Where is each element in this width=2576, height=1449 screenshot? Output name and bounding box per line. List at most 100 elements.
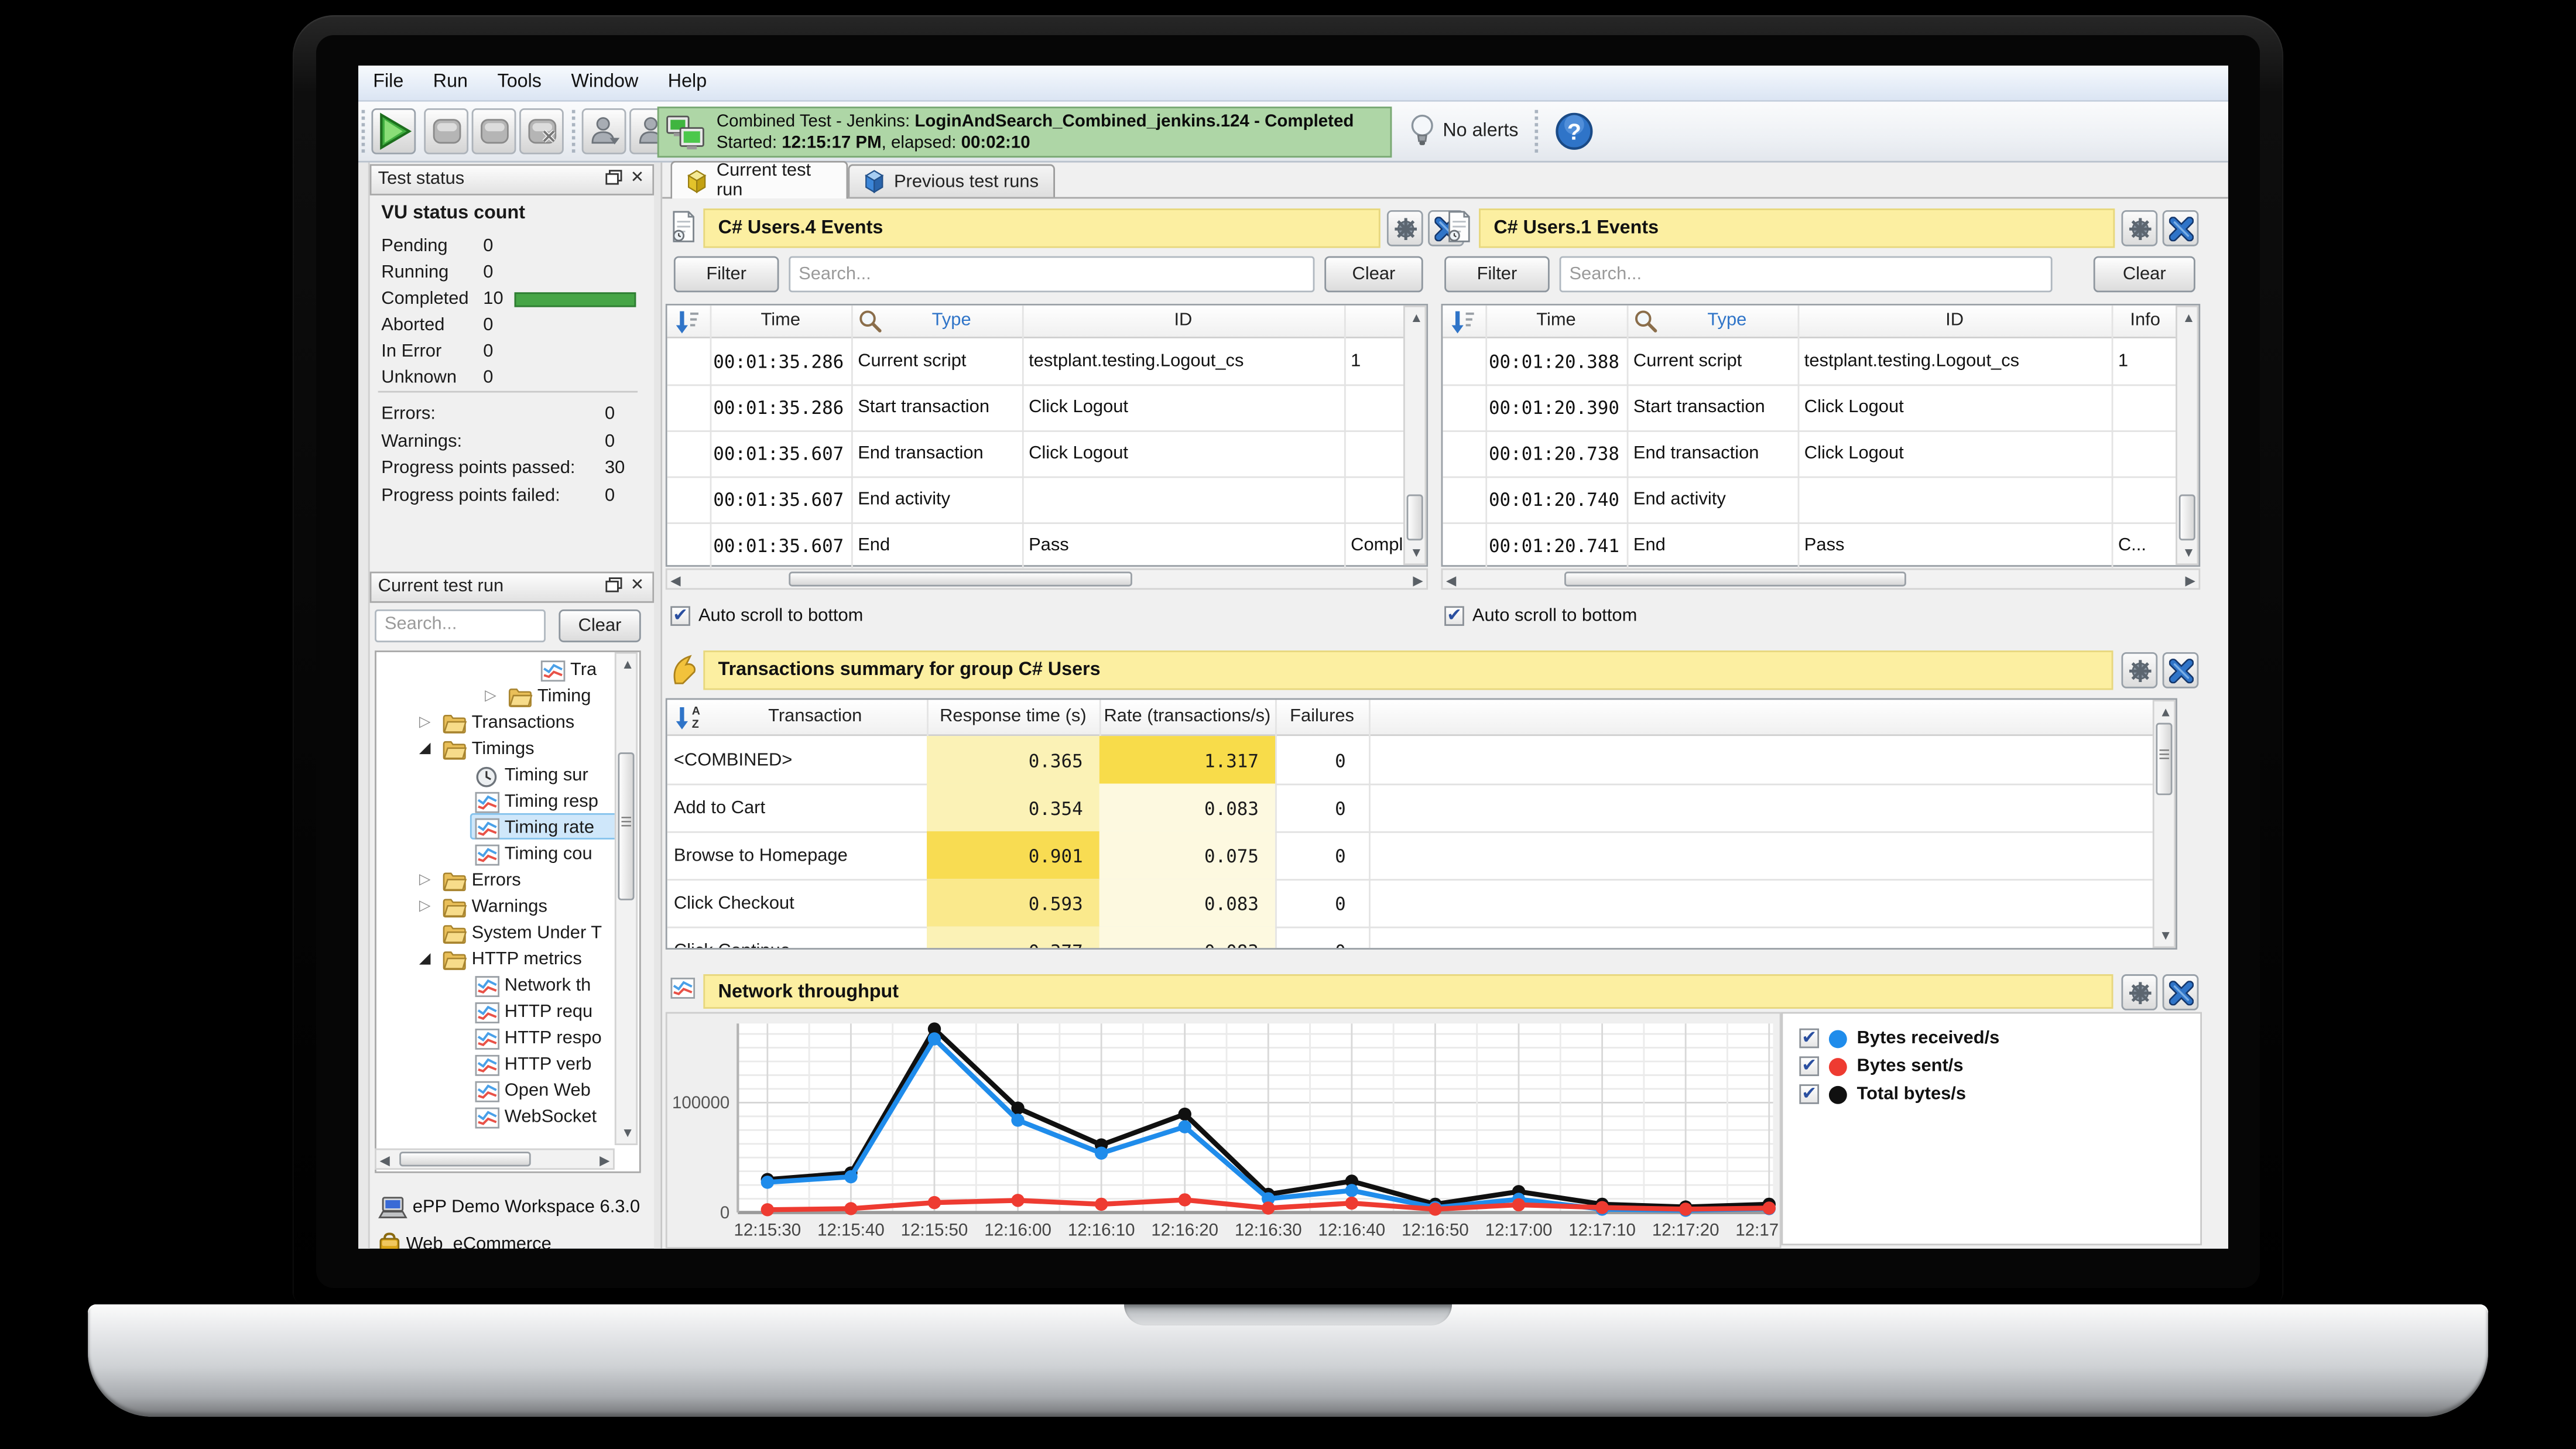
tree-horizontal-scrollbar[interactable]: ◀▶: [375, 1149, 615, 1170]
column-header-id[interactable]: ID: [1022, 310, 1344, 330]
expander-expanded-icon[interactable]: ◢: [419, 739, 430, 758]
events-filter-button[interactable]: Filter: [1444, 256, 1550, 293]
cell-info[interactable]: 1: [1344, 338, 1407, 371]
scrollbar-thumb[interactable]: [2179, 495, 2195, 541]
events-clear-button[interactable]: Clear: [1324, 256, 1423, 293]
cell-failures[interactable]: 0: [1275, 736, 1369, 783]
events-vertical-scrollbar[interactable]: ▲▼: [1403, 306, 1426, 565]
abort-button[interactable]: [519, 108, 564, 155]
cell-id[interactable]: Click Logout: [1798, 430, 2112, 463]
cell-info[interactable]: [2112, 430, 2179, 443]
cell-response-time[interactable]: 0.365: [927, 736, 1099, 783]
summary-close-button[interactable]: [2163, 652, 2199, 688]
menu-item-file[interactable]: File: [358, 66, 419, 92]
workspace-item[interactable]: ePP Demo Workspace 6.3.0: [378, 1196, 640, 1219]
checkbox-checked-icon[interactable]: ✔: [1444, 607, 1464, 626]
events-settings-button[interactable]: [2121, 210, 2157, 246]
add-vu-button[interactable]: [582, 108, 626, 155]
cell-response-time[interactable]: 0.377: [927, 927, 1099, 950]
menu-item-tools[interactable]: Tools: [482, 66, 556, 92]
cell-info[interactable]: [1344, 477, 1407, 489]
cell-time[interactable]: 00:01:35.607: [707, 477, 851, 511]
network-close-button[interactable]: [2163, 974, 2199, 1010]
expander-collapsed-icon[interactable]: ▷: [419, 713, 430, 731]
dock-splitter[interactable]: [654, 163, 662, 1249]
legend-item-total-bytes-s[interactable]: ✔Total bytes/s: [1799, 1083, 1966, 1105]
scroll-up-icon[interactable]: ▲: [621, 657, 634, 672]
cell-transaction[interactable]: <COMBINED>: [674, 736, 920, 770]
cell-id[interactable]: testplant.testing.Logout_cs: [1798, 338, 2112, 371]
cell-type[interactable]: Current script: [1627, 338, 1798, 371]
cell-time[interactable]: 00:01:20.388: [1482, 338, 1627, 373]
events-filter-button[interactable]: Filter: [674, 256, 779, 293]
events-search-input[interactable]: Search...: [1560, 256, 2053, 293]
menu-item-help[interactable]: Help: [653, 66, 722, 92]
network-settings-button[interactable]: [2121, 974, 2157, 1010]
legend-item-bytes-sent-s[interactable]: ✔Bytes sent/s: [1799, 1055, 1963, 1078]
close-panel-icon[interactable]: ✕: [631, 577, 648, 595]
cell-failures[interactable]: 0: [1275, 879, 1369, 926]
cell-response-time[interactable]: 0.354: [927, 783, 1099, 831]
cell-time[interactable]: 00:01:35.607: [707, 430, 851, 465]
sort-descending-icon[interactable]: [1450, 309, 1478, 335]
scroll-left-icon[interactable]: ◀: [379, 1153, 389, 1168]
tree-clear-button[interactable]: Clear: [559, 609, 640, 642]
tab-previous-test-runs[interactable]: Previous test runs: [848, 164, 1055, 197]
tab-current-test-run[interactable]: Current test run: [670, 161, 848, 199]
scrollbar-thumb[interactable]: [789, 571, 1132, 586]
column-header-failures[interactable]: Failures: [1275, 707, 1369, 727]
cell-type[interactable]: Start transaction: [1627, 384, 1798, 417]
cell-rate[interactable]: 0.083: [1099, 783, 1275, 831]
cell-response-time[interactable]: 0.593: [927, 879, 1099, 926]
pause-button[interactable]: [472, 108, 516, 155]
scroll-down-icon[interactable]: ▼: [2182, 546, 2195, 560]
scroll-down-icon[interactable]: ▼: [621, 1125, 634, 1140]
cell-transaction[interactable]: Browse to Homepage: [674, 831, 920, 866]
cell-time[interactable]: 00:01:35.286: [707, 384, 851, 419]
column-header-time[interactable]: Time: [1485, 310, 1626, 330]
cell-info[interactable]: [2112, 477, 2179, 489]
cell-id[interactable]: [1798, 477, 2112, 489]
cell-id[interactable]: Pass: [1798, 522, 2112, 555]
sort-alphabetical-icon[interactable]: AZ: [674, 705, 702, 731]
stop-button[interactable]: [424, 108, 468, 155]
cell-time[interactable]: 00:01:20.741: [1482, 522, 1627, 557]
checkbox-checked-icon[interactable]: ✔: [1799, 1029, 1819, 1049]
close-panel-icon[interactable]: ✕: [631, 169, 648, 187]
expander-expanded-icon[interactable]: ◢: [419, 950, 430, 968]
scroll-up-icon[interactable]: ▲: [2182, 310, 2195, 325]
cell-info[interactable]: 1: [2112, 338, 2179, 371]
cell-info[interactable]: C...: [2112, 522, 2179, 555]
help-button[interactable]: ?: [1554, 112, 1594, 151]
menu-item-run[interactable]: Run: [419, 66, 483, 92]
scroll-up-icon[interactable]: ▲: [2159, 705, 2172, 720]
cell-rate[interactable]: 0.075: [1099, 831, 1275, 879]
events-clear-button[interactable]: Clear: [2094, 256, 2195, 293]
cell-info[interactable]: [1344, 430, 1407, 443]
cell-time[interactable]: 00:01:35.286: [707, 338, 851, 373]
column-header-type[interactable]: Type: [1656, 310, 1797, 330]
scrollbar-thumb[interactable]: [1407, 495, 1423, 541]
expander-collapsed-icon[interactable]: ▷: [485, 687, 496, 705]
cell-info[interactable]: [1344, 384, 1407, 397]
column-header-type[interactable]: Type: [881, 310, 1022, 330]
cell-time[interactable]: 00:01:20.738: [1482, 430, 1627, 465]
legend-item-bytes-received-s[interactable]: ✔Bytes received/s: [1799, 1027, 1999, 1050]
cell-transaction[interactable]: Add to Cart: [674, 783, 920, 818]
checkbox-checked-icon[interactable]: ✔: [1799, 1056, 1819, 1076]
scrollbar-thumb[interactable]: [1564, 571, 1906, 586]
column-header-info[interactable]: Info: [2112, 310, 2179, 330]
cell-time[interactable]: 00:01:35.607: [707, 522, 851, 557]
cell-id[interactable]: Pass: [1022, 522, 1344, 555]
project-item[interactable]: Web_eCommerce: [378, 1232, 551, 1249]
cell-id[interactable]: Click Logout: [1022, 384, 1344, 417]
cell-failures[interactable]: 0: [1275, 927, 1369, 950]
sort-descending-icon[interactable]: [674, 309, 702, 335]
cell-failures[interactable]: 0: [1275, 831, 1369, 879]
cell-type[interactable]: End activity: [1627, 477, 1798, 509]
events-search-input[interactable]: Search...: [789, 256, 1314, 293]
scroll-left-icon[interactable]: ◀: [670, 573, 680, 588]
auto-scroll-checkbox-row[interactable]: ✔Auto scroll to bottom: [1444, 606, 1637, 626]
scroll-right-icon[interactable]: ▶: [2186, 573, 2195, 588]
events-horizontal-scrollbar[interactable]: ◀▶: [666, 568, 1428, 590]
